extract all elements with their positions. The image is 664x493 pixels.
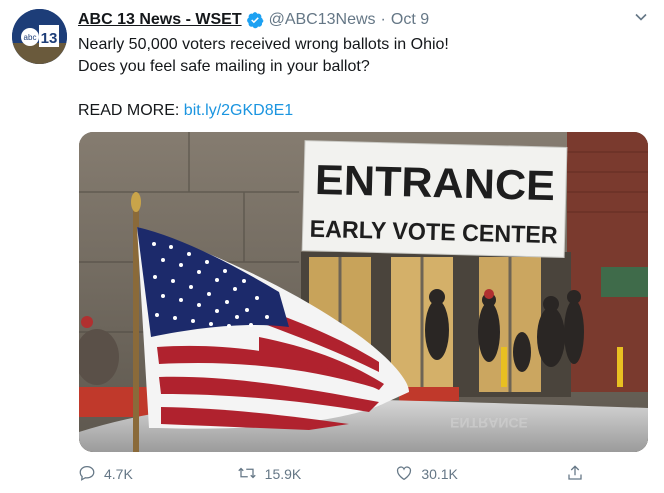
avatar[interactable]: abc 13 <box>12 9 67 64</box>
svg-text:13: 13 <box>41 30 58 47</box>
like-count: 30.1K <box>421 466 458 482</box>
read-more-link[interactable]: bit.ly/2GKD8E1 <box>184 102 293 119</box>
like-button[interactable]: 30.1K <box>395 464 525 485</box>
share-button[interactable] <box>554 464 584 485</box>
read-more-line: READ MORE: bit.ly/2GKD8E1 <box>78 100 644 122</box>
retweet-count: 15.9K <box>264 466 302 482</box>
author-handle[interactable]: @ABC13News <box>269 11 376 29</box>
retweet-icon <box>237 464 257 485</box>
tweet-date[interactable]: Oct 9 <box>391 11 429 29</box>
heart-icon <box>395 464 413 485</box>
read-more-label: READ MORE: <box>78 102 180 119</box>
abc13-logo: abc 13 <box>12 9 67 64</box>
chevron-down-icon[interactable] <box>634 10 648 29</box>
verified-icon <box>246 11 264 29</box>
svg-text:abc: abc <box>24 33 37 42</box>
tweet-actions: 4.7K 15.9K 30.1K <box>78 462 584 486</box>
reply-icon <box>78 464 96 485</box>
car-decal-text: ENTRANCE <box>450 415 528 431</box>
reply-button[interactable]: 4.7K <box>78 464 208 485</box>
tweet-media-image[interactable]: ENTRANCE EARLY VOTE CENTER ENTRANCE <box>79 132 648 452</box>
tweet-text-line-2: Does you feel safe mailing in your ballo… <box>78 58 370 75</box>
author-name[interactable]: ABC 13 News - WSET <box>78 11 242 29</box>
tweet-header: ABC 13 News - WSET @ABC13News · Oct 9 <box>78 9 624 31</box>
tweet-text-line-1: Nearly 50,000 voters received wrong ball… <box>78 36 449 53</box>
tweet-text: Nearly 50,000 voters received wrong ball… <box>78 34 644 122</box>
sign-entrance: ENTRANCE <box>314 156 555 209</box>
share-icon <box>566 464 584 485</box>
header-separator: · <box>380 11 386 28</box>
retweet-button[interactable]: 15.9K <box>237 464 367 485</box>
reply-count: 4.7K <box>104 466 133 482</box>
